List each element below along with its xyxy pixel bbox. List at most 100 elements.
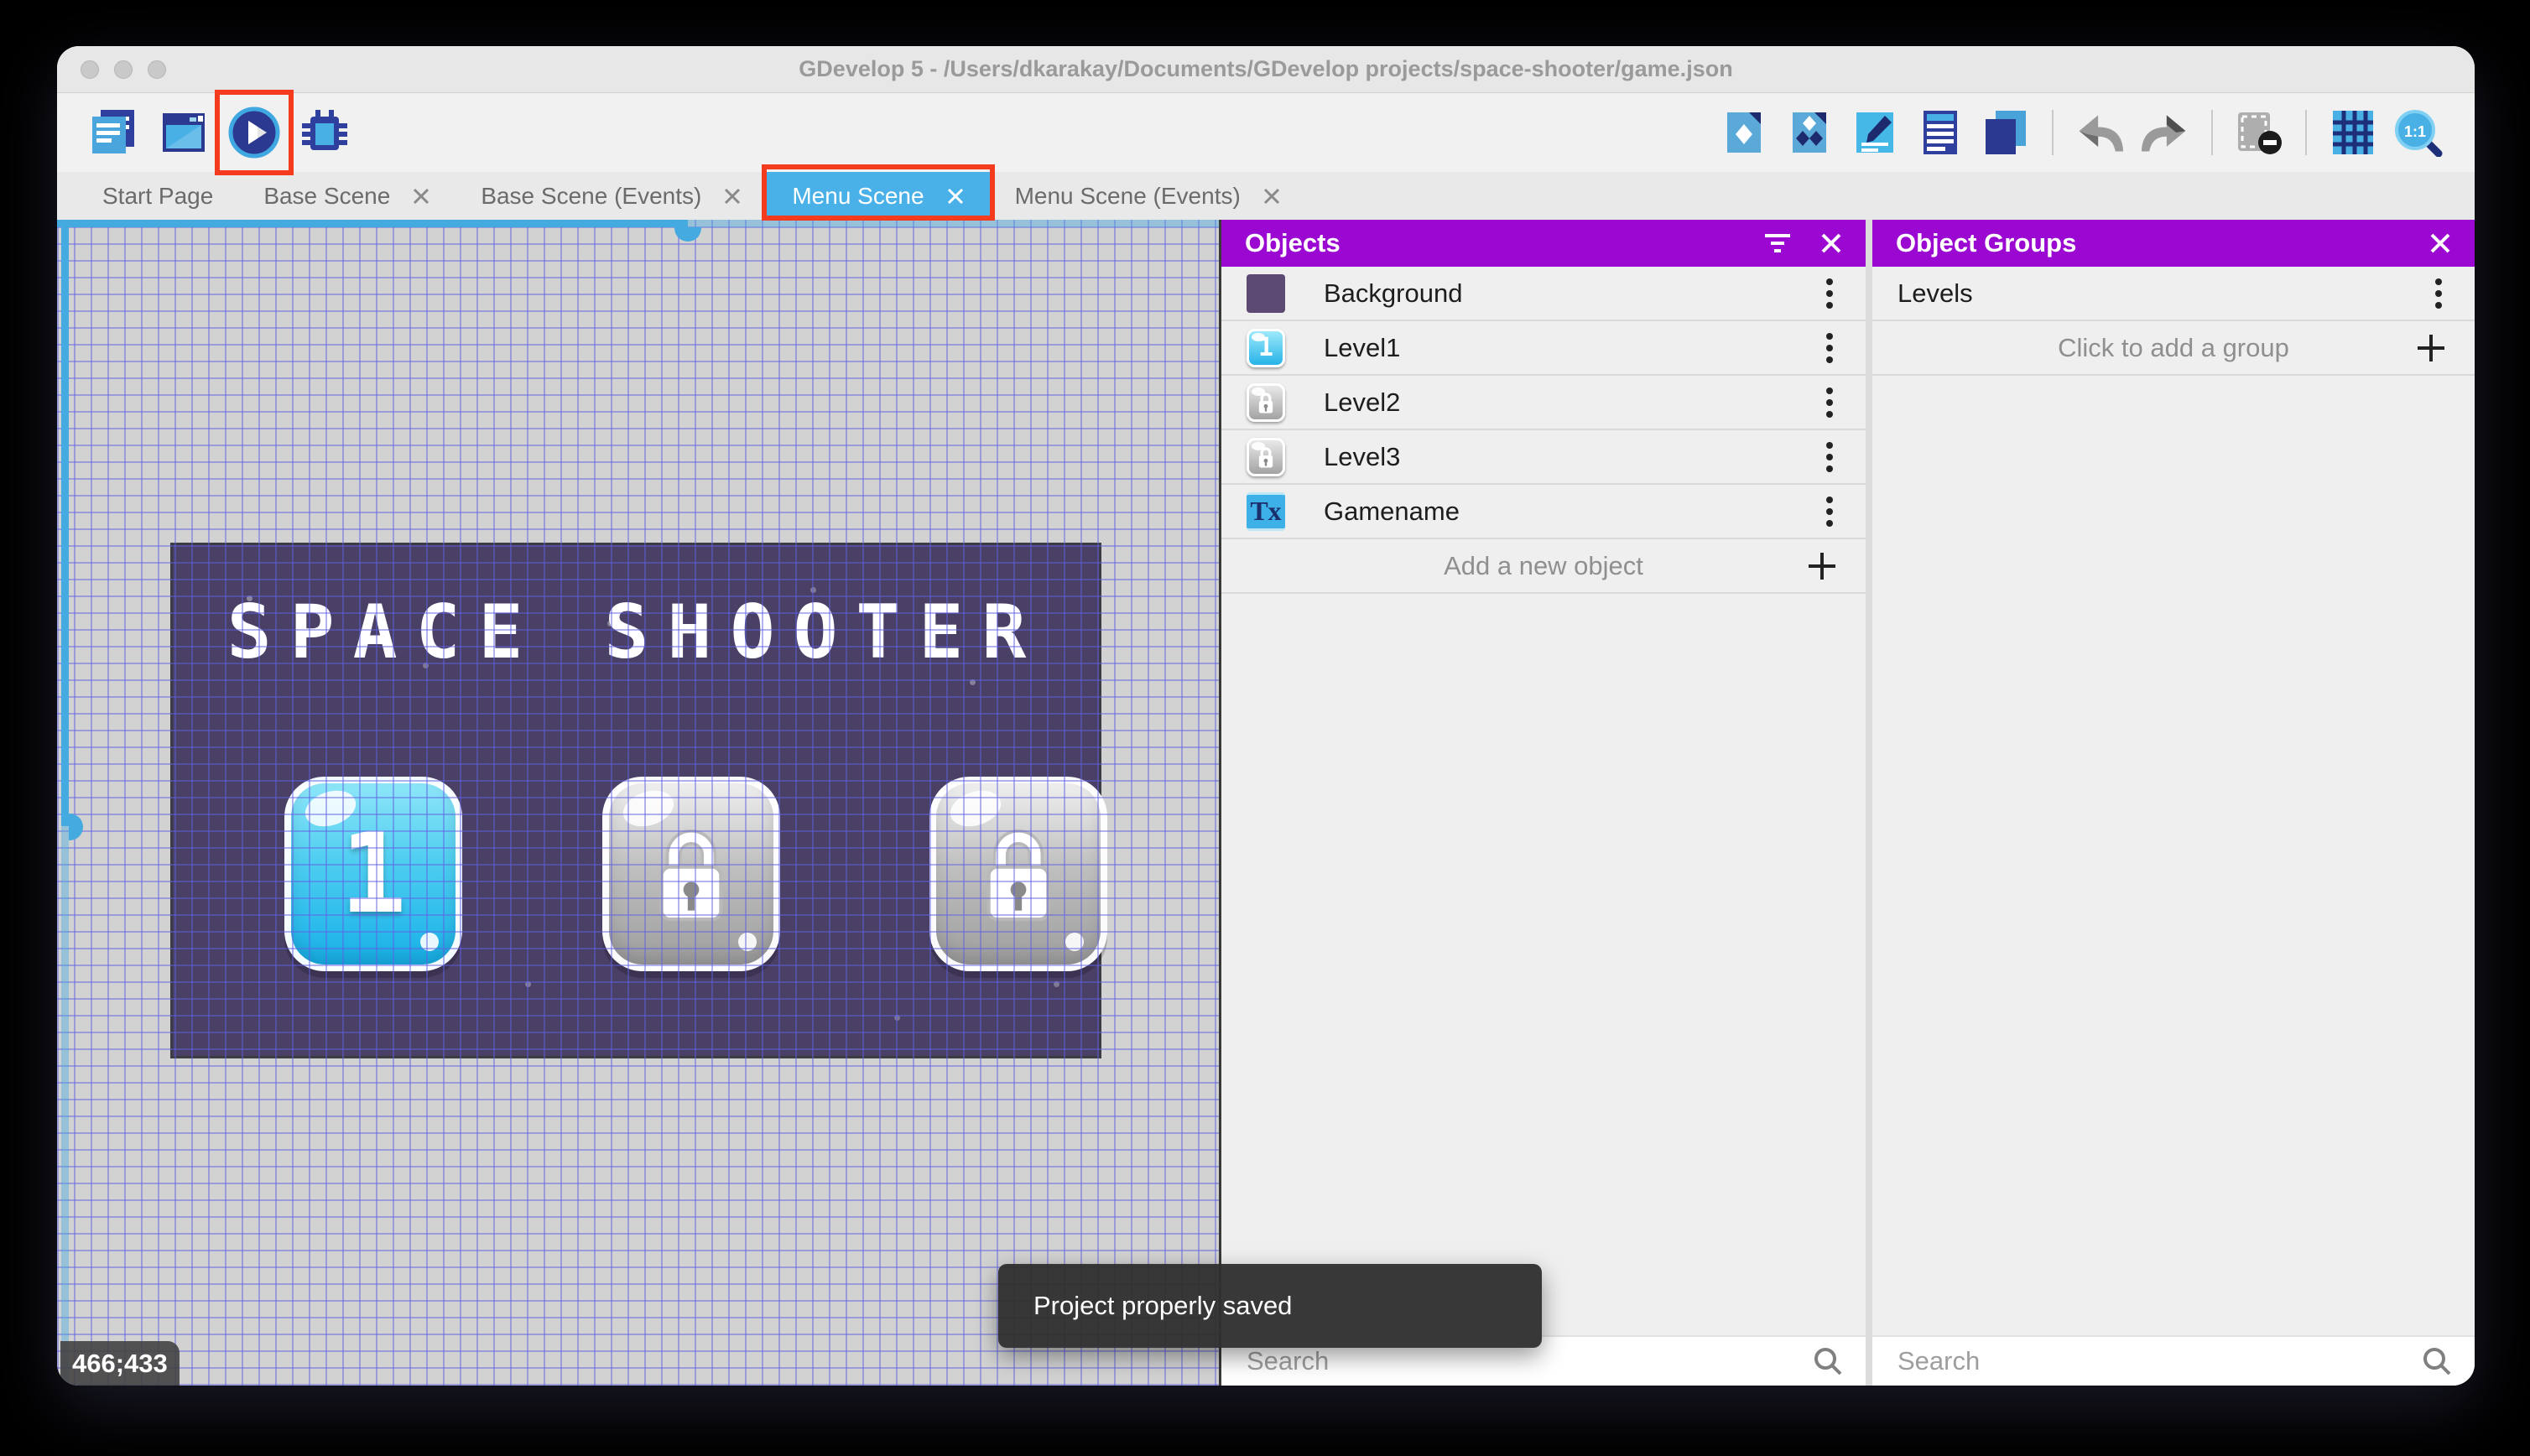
- selection-left-edge: [61, 220, 69, 826]
- kebab-menu-icon[interactable]: [1825, 440, 1834, 474]
- window-title: GDevelop 5 - /Users/dkarakay/Documents/G…: [799, 56, 1733, 81]
- layers-glyph: [1986, 111, 2026, 154]
- undo-glyph: [2079, 115, 2124, 152]
- scene-game-title: SPACE SHOOTER: [226, 589, 1045, 675]
- grid-icon[interactable]: [2327, 107, 2379, 159]
- lock-icon: [659, 829, 723, 922]
- tab-label: Start Page: [102, 182, 214, 209]
- object-groups-header-actions: [2429, 232, 2451, 254]
- add-object-label: Add a new object: [1444, 550, 1643, 580]
- level2-button-instance[interactable]: [602, 777, 780, 971]
- search-icon[interactable]: [1812, 1345, 1844, 1377]
- object-name: Level2: [1324, 387, 1401, 417]
- undo-icon[interactable]: [2074, 107, 2126, 159]
- tab-menu-scene[interactable]: Menu Scene: [762, 164, 995, 221]
- object-row-gamename[interactable]: Tx Gamename: [1221, 485, 1866, 539]
- object-row-level3[interactable]: Level3: [1221, 430, 1866, 485]
- start-page-icon[interactable]: [158, 107, 210, 159]
- text-object-thumbnail: Tx: [1247, 491, 1285, 531]
- zoom-ratio-glyph: 1:1: [2395, 110, 2443, 157]
- object-row-level2[interactable]: Level2: [1221, 376, 1866, 430]
- level-unlocked-thumbnail: 1: [1247, 328, 1285, 367]
- level-number: 1: [340, 809, 407, 939]
- panel-divider[interactable]: [1866, 220, 1872, 1386]
- zoom-ratio-label: 1:1: [2404, 123, 2426, 140]
- toast-message: Project properly saved: [1033, 1291, 1293, 1320]
- gdevelop-window: GDevelop 5 - /Users/dkarakay/Documents/G…: [57, 46, 2475, 1386]
- object-name: Background: [1324, 278, 1463, 308]
- tab-label: Base Scene (Events): [481, 182, 702, 209]
- toolbar-divider: [2211, 110, 2213, 155]
- add-instances-glyph: [1793, 112, 1826, 153]
- close-icon[interactable]: [723, 187, 742, 205]
- close-icon[interactable]: [1820, 232, 1842, 254]
- debug-glyph: [302, 110, 347, 150]
- scene-canvas[interactable]: SPACE SHOOTER 1 466;433: [57, 220, 1221, 1386]
- add-object-row[interactable]: Add a new object: [1221, 539, 1866, 594]
- object-name: Level3: [1324, 441, 1401, 471]
- filter-icon[interactable]: [1763, 231, 1792, 256]
- button-dot: [420, 933, 439, 951]
- objects-panel-header: Objects: [1221, 220, 1866, 267]
- close-icon[interactable]: [2429, 232, 2451, 254]
- object-groups-panel-title: Object Groups: [1896, 228, 2077, 257]
- kebab-menu-icon[interactable]: [1825, 331, 1834, 365]
- object-name: Level1: [1324, 332, 1401, 362]
- thumb-shine: [1252, 441, 1265, 450]
- groups-search-input[interactable]: [1872, 1337, 2475, 1386]
- properties-icon[interactable]: [1914, 107, 1966, 159]
- kebab-menu-icon[interactable]: [2434, 277, 2443, 310]
- button-dot: [1065, 933, 1084, 951]
- play-button[interactable]: [215, 90, 294, 175]
- objects-list-empty-area: [1221, 594, 1866, 1335]
- level1-button-instance[interactable]: 1: [284, 777, 462, 971]
- mask-icon[interactable]: [2233, 107, 2285, 159]
- close-icon[interactable]: [1262, 187, 1281, 205]
- tab-menu-scene-events[interactable]: Menu Scene (Events): [990, 172, 1306, 220]
- kebab-menu-icon[interactable]: [1825, 277, 1834, 310]
- add-object-glyph: [1727, 112, 1761, 153]
- edit-icon[interactable]: [1849, 107, 1901, 159]
- toolbar-divider: [2305, 110, 2307, 155]
- debug-icon[interactable]: [299, 107, 351, 159]
- toolbar-right: 1:1: [1718, 107, 2444, 159]
- add-object-icon[interactable]: [1718, 107, 1770, 159]
- tab-label: Menu Scene (Events): [1014, 182, 1241, 209]
- properties-glyph: [1924, 111, 1957, 154]
- level3-button-instance[interactable]: [929, 777, 1107, 971]
- kebab-menu-icon[interactable]: [1825, 386, 1834, 419]
- layers-icon[interactable]: [1980, 107, 2032, 159]
- mask-glyph: [2238, 112, 2282, 154]
- editor-content: SPACE SHOOTER 1 466;433 Objects Backgrou…: [57, 220, 2475, 1386]
- close-icon[interactable]: [412, 187, 430, 205]
- plus-icon[interactable]: [1807, 551, 1837, 581]
- scene-background-instance[interactable]: SPACE SHOOTER 1: [170, 543, 1107, 1058]
- redo-icon[interactable]: [2139, 107, 2191, 159]
- selection-top-handle[interactable]: [674, 227, 701, 242]
- group-name: Levels: [1898, 278, 1973, 308]
- tab-base-scene[interactable]: Base Scene: [238, 172, 456, 220]
- groups-list-empty-area: [1872, 376, 2475, 1335]
- toolbar-left: [87, 90, 351, 175]
- toolbar-divider: [2052, 110, 2054, 155]
- tab-base-scene-events[interactable]: Base Scene (Events): [456, 172, 767, 220]
- zoom-ratio-icon[interactable]: 1:1: [2392, 107, 2444, 159]
- add-group-row[interactable]: Click to add a group: [1872, 321, 2475, 376]
- selection-left-handle[interactable]: [69, 814, 83, 840]
- add-instances-icon[interactable]: [1783, 107, 1835, 159]
- tab-label: Base Scene: [263, 182, 391, 209]
- kebab-menu-icon[interactable]: [1825, 495, 1834, 528]
- groups-search: [1872, 1335, 2475, 1386]
- tab-start-page[interactable]: Start Page: [77, 172, 238, 220]
- save-toast: Project properly saved: [998, 1264, 1542, 1348]
- project-manager-icon[interactable]: [87, 107, 139, 159]
- object-row-level1[interactable]: 1 Level1: [1221, 321, 1866, 376]
- plus-icon[interactable]: [2416, 333, 2446, 363]
- object-groups-panel-header: Object Groups: [1872, 220, 2475, 267]
- redo-glyph: [2141, 115, 2186, 152]
- close-icon[interactable]: [946, 187, 965, 205]
- selection-top-edge: [57, 220, 688, 227]
- search-icon[interactable]: [2421, 1345, 2453, 1377]
- object-row-background[interactable]: Background: [1221, 267, 1866, 321]
- group-row-levels[interactable]: Levels: [1872, 267, 2475, 321]
